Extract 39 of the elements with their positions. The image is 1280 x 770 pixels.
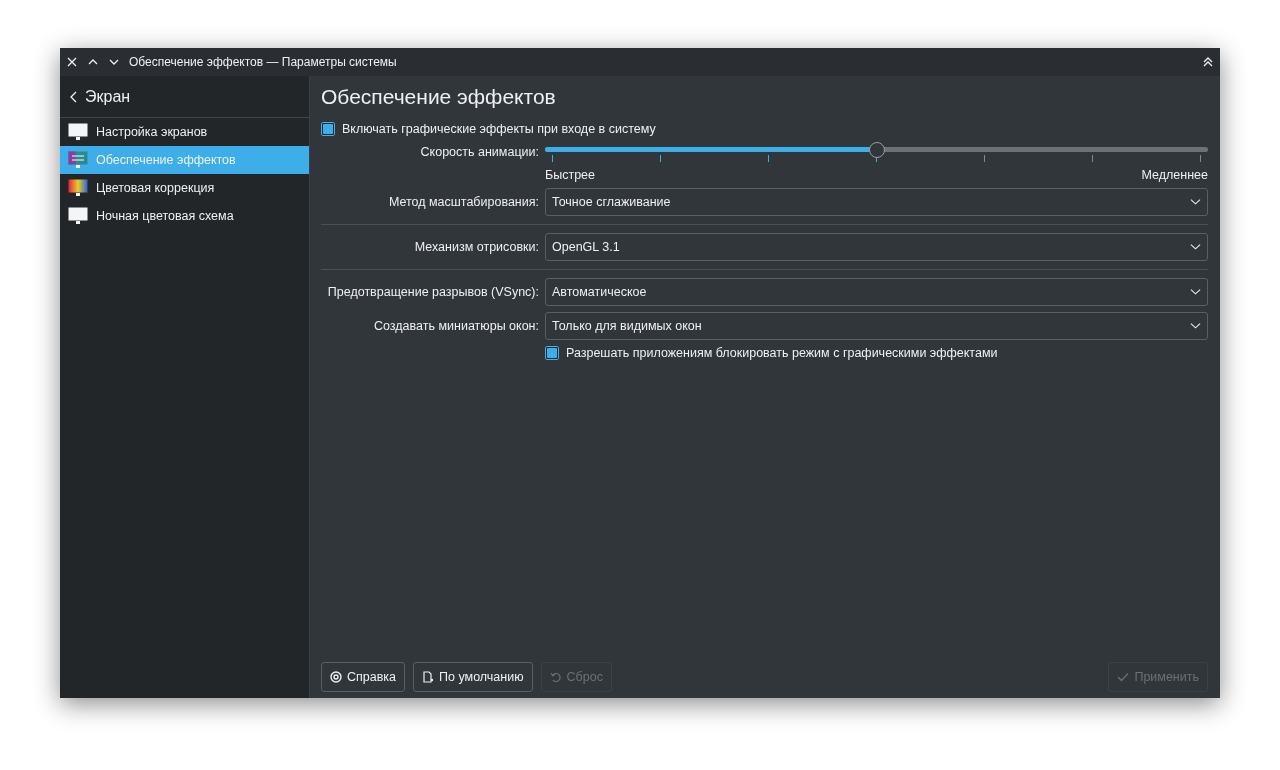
- slider-min-label: Быстрее: [545, 168, 596, 182]
- document-icon: [422, 671, 435, 683]
- sidebar-item[interactable]: Настройка экранов: [60, 118, 309, 146]
- lifebuoy-icon: [330, 671, 342, 683]
- field-label: Создавать миниатюры окон:: [374, 319, 539, 333]
- field-label: Метод масштабирования:: [388, 195, 539, 209]
- checkbox-label: Разрешать приложениям блокировать режим с графическими эффектами: [566, 346, 998, 360]
- dropdown[interactable]: Точное сглаживание: [545, 188, 1208, 216]
- double-chevron-up-icon[interactable]: [1202, 56, 1214, 68]
- chevron-down-icon: [1190, 243, 1201, 251]
- slider-handle[interactable]: [868, 142, 885, 158]
- dropdown[interactable]: Только для видимых окон: [545, 312, 1208, 340]
- chevron-down-icon: [1190, 288, 1201, 296]
- monitor-icon: [68, 207, 88, 225]
- footer-button[interactable]: Справка: [321, 662, 406, 692]
- slider-max-label: Медленнее: [1141, 168, 1208, 182]
- undo-icon: [549, 671, 562, 683]
- color-monitor-icon: [68, 179, 88, 197]
- page-title: Обеспечение эффектов: [321, 84, 557, 110]
- field-label: Механизм отрисовки:: [414, 240, 539, 254]
- field-label: Скорость анимации:: [420, 145, 539, 159]
- effects-monitor-icon: [68, 151, 88, 169]
- window-title: Обеспечение эффектов — Параметры системы: [129, 55, 397, 69]
- slider-track[interactable]: [545, 147, 1208, 152]
- checkbox-label: Включать графические эффекты при входе в систему: [342, 122, 656, 136]
- checkbox[interactable]: [545, 346, 559, 360]
- footer-button[interactable]: По умолчанию: [413, 662, 533, 692]
- checkmark-icon: [1117, 671, 1130, 683]
- sidebar-item[interactable]: Ночная цветовая схема: [60, 202, 309, 230]
- monitor-icon: [68, 123, 88, 141]
- chevron-down-icon: [1190, 322, 1201, 330]
- field-label: Предотвращение разрывов (VSync):: [327, 285, 539, 299]
- back-button[interactable]: Экран: [60, 76, 309, 118]
- chevron-down-icon: [1190, 198, 1201, 206]
- dropdown[interactable]: OpenGL 3.1: [545, 233, 1208, 261]
- sidebar-item[interactable]: Цветовая коррекция: [60, 174, 309, 202]
- dropdown[interactable]: Автоматическое: [545, 278, 1208, 306]
- checkbox[interactable]: [321, 122, 335, 136]
- close-icon[interactable]: [66, 56, 78, 68]
